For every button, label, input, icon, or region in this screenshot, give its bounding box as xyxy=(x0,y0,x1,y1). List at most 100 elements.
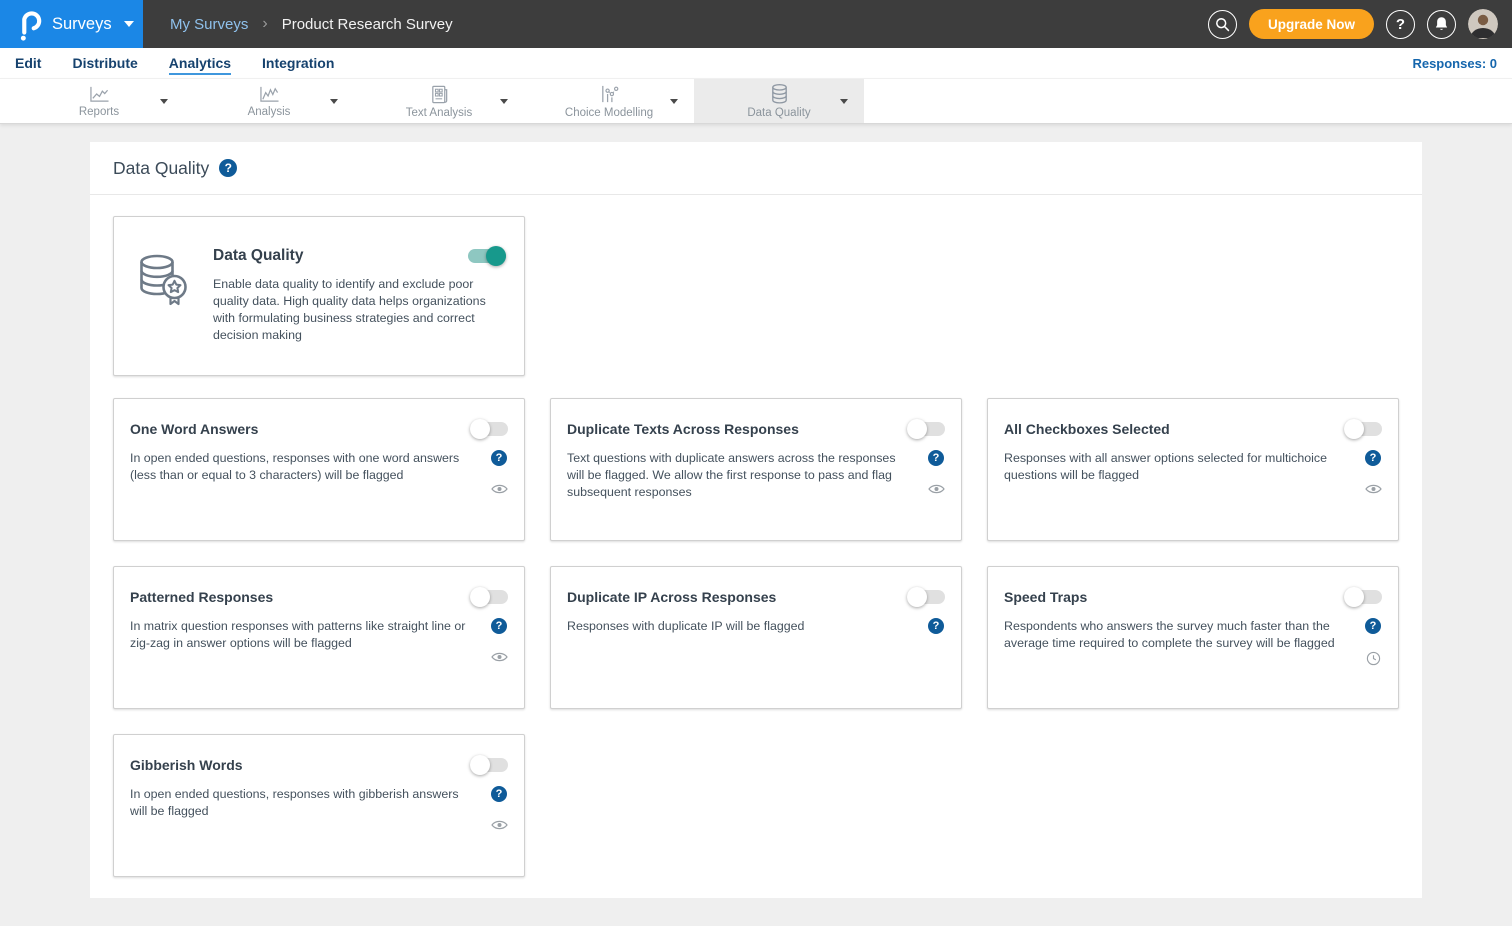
eye-icon[interactable] xyxy=(1365,483,1382,495)
toolbar-item-reports[interactable]: Reports xyxy=(14,79,184,123)
chevron-down-icon xyxy=(124,21,134,27)
tab-analytics[interactable]: Analytics xyxy=(169,55,231,71)
help-icon[interactable]: ? xyxy=(491,786,507,802)
card-title: Speed Traps xyxy=(1004,589,1344,605)
data-quality-panel: Data Quality ? xyxy=(90,142,1422,898)
chevron-down-icon[interactable] xyxy=(500,99,508,104)
duplicate-texts-toggle[interactable] xyxy=(907,422,945,436)
topbar-actions: Upgrade Now ? xyxy=(1208,9,1512,39)
database-icon xyxy=(769,83,790,105)
tab-integration[interactable]: Integration xyxy=(262,55,334,71)
feature-card-content: Data Quality Enable data quality to iden… xyxy=(213,247,506,375)
all-checkboxes-toggle[interactable] xyxy=(1344,422,1382,436)
question-mark-icon: ? xyxy=(1396,16,1405,33)
chevron-down-icon[interactable] xyxy=(840,99,848,104)
toggle-knob xyxy=(486,246,506,266)
card-patterned-responses: Patterned Responses In matrix question r… xyxy=(113,566,525,709)
card-duplicate-ip: Duplicate IP Across Responses Responses … xyxy=(550,566,962,709)
patterned-responses-toggle[interactable] xyxy=(470,590,508,604)
toggle-knob xyxy=(1344,587,1364,607)
breadcrumb-current-survey: Product Research Survey xyxy=(282,16,453,33)
tab-distribute[interactable]: Distribute xyxy=(72,55,137,71)
speed-traps-toggle[interactable] xyxy=(1344,590,1382,604)
help-button[interactable]: ? xyxy=(1386,10,1415,39)
chevron-down-icon[interactable] xyxy=(670,99,678,104)
breadcrumb-separator-icon: › xyxy=(262,15,267,33)
toggle-knob xyxy=(907,587,927,607)
app-screen: Surveys My Surveys › Product Research Su… xyxy=(0,0,1512,926)
card-title: One Word Answers xyxy=(130,421,470,437)
eye-icon[interactable] xyxy=(928,483,945,495)
help-icon[interactable]: ? xyxy=(1365,450,1381,466)
search-button[interactable] xyxy=(1208,10,1237,39)
gibberish-words-toggle[interactable] xyxy=(470,758,508,772)
data-quality-toggle[interactable] xyxy=(468,249,506,263)
card-description: In open ended questions, responses with … xyxy=(130,450,490,495)
product-switcher[interactable]: Surveys xyxy=(0,0,143,48)
card-gibberish-words: Gibberish Words In open ended questions,… xyxy=(113,734,525,877)
card-all-checkboxes-selected: All Checkboxes Selected Responses with a… xyxy=(987,398,1399,541)
breadcrumb: My Surveys › Product Research Survey xyxy=(170,15,453,33)
questionpro-logo-icon xyxy=(16,7,42,41)
chevron-down-icon[interactable] xyxy=(160,99,168,104)
responses-counter: Responses: 0 xyxy=(1412,56,1497,71)
help-icon[interactable]: ? xyxy=(491,450,507,466)
eye-icon[interactable] xyxy=(491,651,508,663)
search-icon xyxy=(1214,16,1231,33)
app-name: Surveys xyxy=(52,15,112,34)
scatter-chart-icon xyxy=(599,84,620,105)
card-description: Responses with duplicate IP will be flag… xyxy=(567,618,927,635)
help-icon[interactable]: ? xyxy=(928,618,944,634)
help-icon[interactable]: ? xyxy=(219,159,237,177)
feature-card-description: Enable data quality to identify and excl… xyxy=(213,276,498,344)
card-one-word-answers: One Word Answers In open ended questions… xyxy=(113,398,525,541)
toggle-knob xyxy=(1344,419,1364,439)
toggle-knob xyxy=(470,419,490,439)
card-description: In matrix question responses with patter… xyxy=(130,618,490,663)
survey-nav-tabs: Edit Distribute Analytics Integration Re… xyxy=(0,48,1512,78)
chevron-down-icon[interactable] xyxy=(330,99,338,104)
bell-icon xyxy=(1434,16,1449,32)
toolbar-item-analysis[interactable]: Analysis xyxy=(184,79,354,123)
card-duplicate-texts: Duplicate Texts Across Responses Text qu… xyxy=(550,398,962,541)
card-speed-traps: Speed Traps Respondents who answers the … xyxy=(987,566,1399,709)
card-title: Patterned Responses xyxy=(130,589,470,605)
panel-body: Data Quality Enable data quality to iden… xyxy=(90,195,1422,877)
user-avatar[interactable] xyxy=(1468,9,1498,39)
card-description: Respondents who answers the survey much … xyxy=(1004,618,1364,666)
eye-icon[interactable] xyxy=(491,819,508,831)
toggle-knob xyxy=(470,755,490,775)
duplicate-ip-toggle[interactable] xyxy=(907,590,945,604)
help-icon[interactable]: ? xyxy=(1365,618,1381,634)
panel-header: Data Quality ? xyxy=(90,142,1422,195)
help-icon[interactable]: ? xyxy=(928,450,944,466)
card-title: Duplicate IP Across Responses xyxy=(567,589,907,605)
card-description: In open ended questions, responses with … xyxy=(130,786,490,831)
card-description: Text questions with duplicate answers ac… xyxy=(567,450,927,501)
notifications-button[interactable] xyxy=(1427,10,1456,39)
card-title: All Checkboxes Selected xyxy=(1004,421,1344,437)
database-award-icon xyxy=(134,250,190,308)
newspaper-icon xyxy=(429,84,450,105)
quality-checks-grid: One Word Answers In open ended questions… xyxy=(113,398,1399,877)
card-title: Gibberish Words xyxy=(130,757,470,773)
toolbar-item-text-analysis[interactable]: Text Analysis xyxy=(354,79,524,123)
toggle-knob xyxy=(470,587,490,607)
eye-icon[interactable] xyxy=(491,483,508,495)
line-chart-icon xyxy=(88,85,111,104)
one-word-answers-toggle[interactable] xyxy=(470,422,508,436)
data-quality-feature-card: Data Quality Enable data quality to iden… xyxy=(113,216,525,376)
feature-card-title: Data Quality xyxy=(213,247,468,265)
card-description: Responses with all answer options select… xyxy=(1004,450,1364,495)
breadcrumb-my-surveys[interactable]: My Surveys xyxy=(170,16,248,33)
tab-edit[interactable]: Edit xyxy=(15,55,41,71)
help-icon[interactable]: ? xyxy=(491,618,507,634)
toolbar-item-data-quality[interactable]: Data Quality xyxy=(694,79,864,123)
trend-chart-icon xyxy=(258,85,281,104)
toolbar-item-choice-modelling[interactable]: Choice Modelling xyxy=(524,79,694,123)
upgrade-now-button[interactable]: Upgrade Now xyxy=(1249,9,1374,39)
toggle-knob xyxy=(907,419,927,439)
clock-icon[interactable] xyxy=(1366,651,1381,666)
card-title: Duplicate Texts Across Responses xyxy=(567,421,907,437)
analytics-toolbar: Reports Analysis Text Analysis xyxy=(0,78,1512,124)
